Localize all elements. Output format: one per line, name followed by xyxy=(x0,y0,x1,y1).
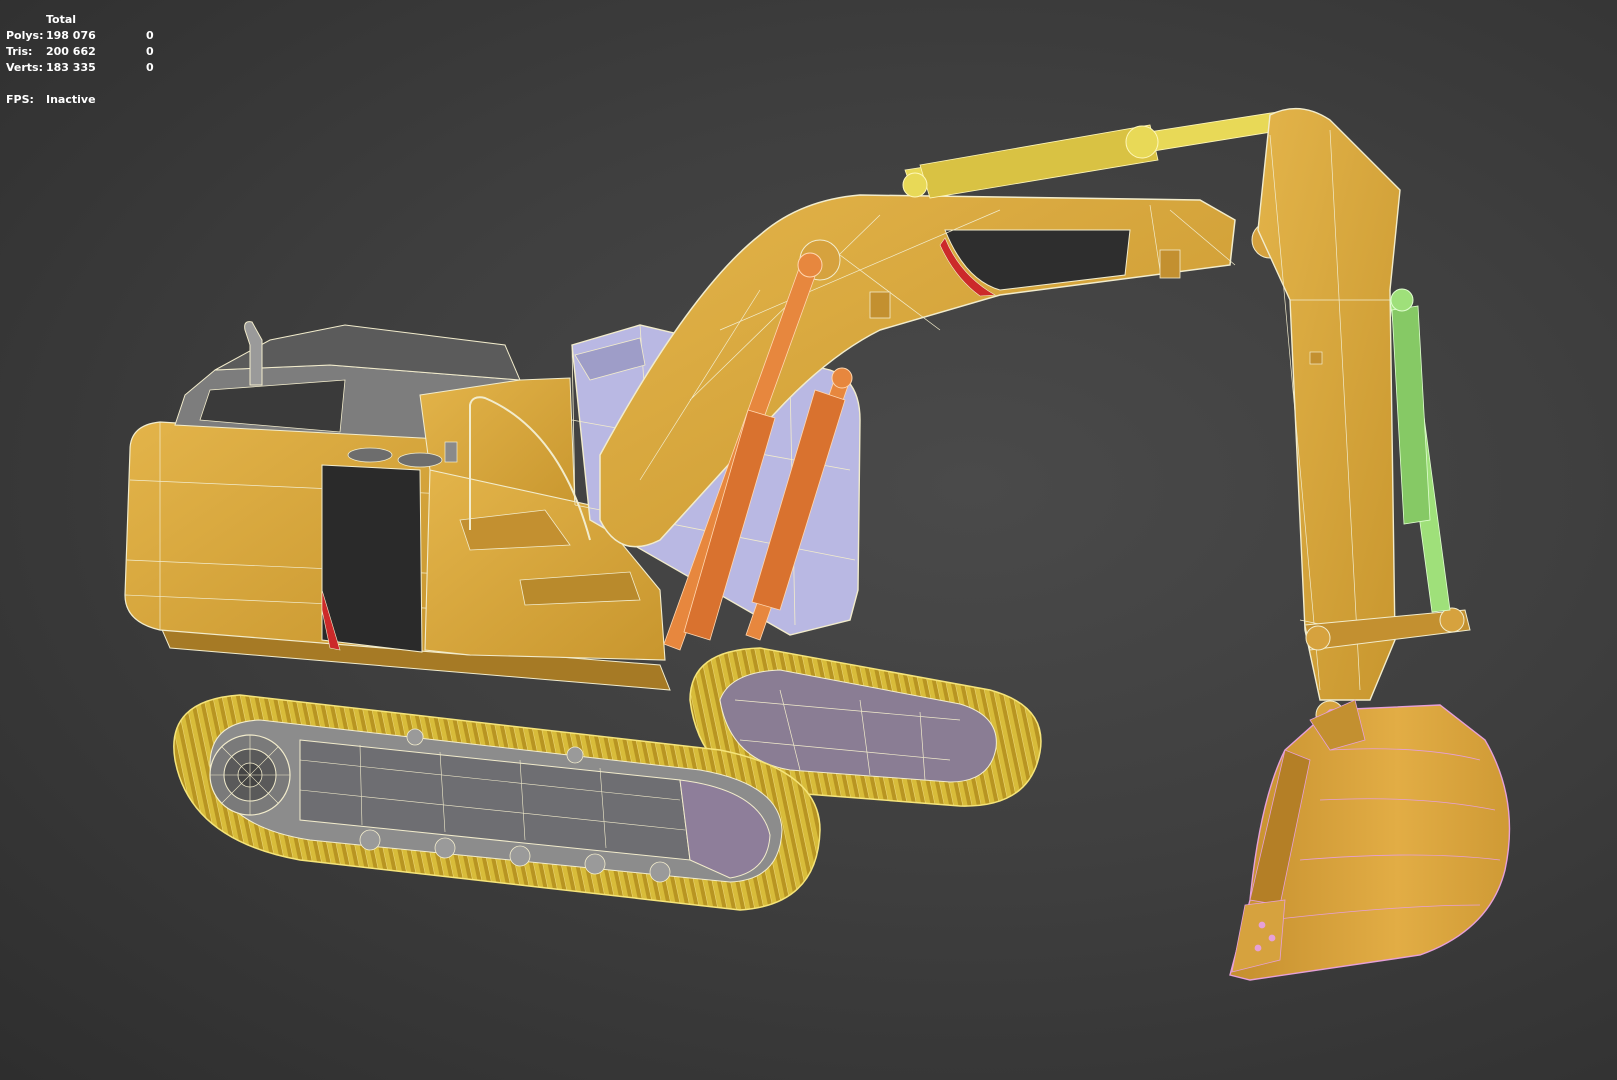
arm-cylinder[interactable] xyxy=(902,109,1297,199)
viewport-perspective[interactable]: Total Polys: 198 076 0 Tris: 200 662 0 V… xyxy=(0,0,1617,1080)
bucket[interactable] xyxy=(1229,699,1511,981)
drive-sprocket xyxy=(209,734,291,816)
bucket-cylinder[interactable] xyxy=(1389,288,1451,613)
stick-arm[interactable] xyxy=(1257,107,1471,730)
excavator-model[interactable] xyxy=(0,0,1617,1080)
